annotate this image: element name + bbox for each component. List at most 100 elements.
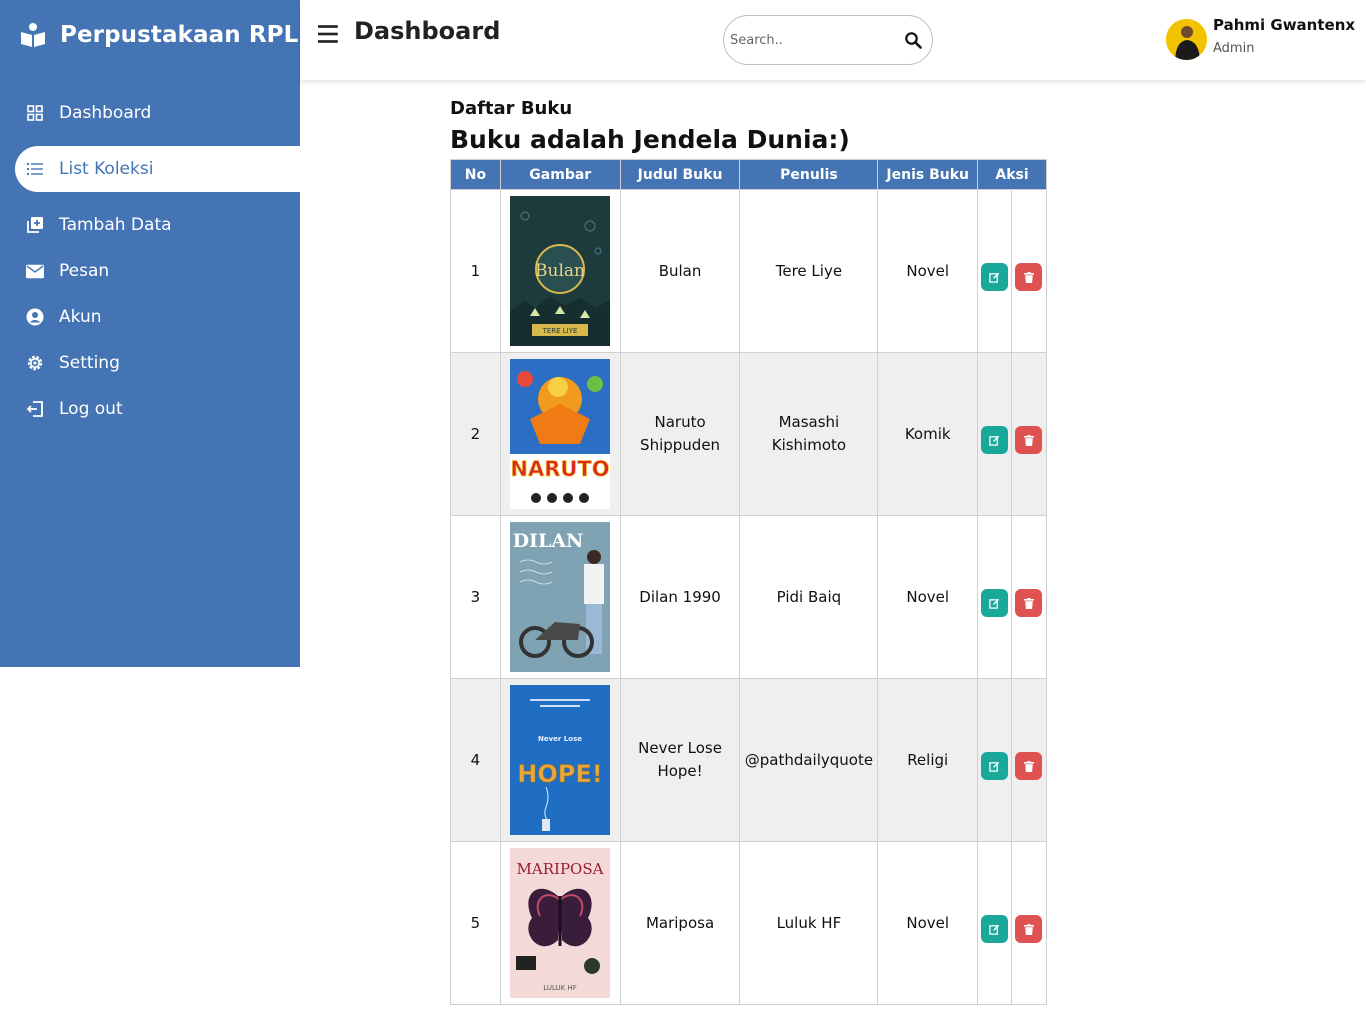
cover-title-text: NARUTO [511, 457, 610, 481]
cell-title: Naruto Shippuden [619, 352, 741, 516]
cover-title-text: MARIPOSA [517, 860, 604, 878]
cell-edit [977, 515, 1012, 679]
section-label: Daftar Buku [450, 98, 573, 119]
sidebar-item-list-koleksi[interactable]: List Koleksi [15, 146, 300, 192]
cell-delete [1010, 841, 1048, 1005]
search-box [723, 15, 933, 65]
cell-title: Bulan [619, 189, 741, 353]
edit-button[interactable] [981, 263, 1008, 291]
cover-author-text: TERE LIYE [542, 327, 578, 335]
topbar: Dashboard Pahmi Gwantenx Admin [300, 0, 1366, 80]
book-cover-image[interactable]: Bulan TERE LIYE [510, 196, 611, 346]
trash-icon [1023, 923, 1034, 935]
envelope-icon [26, 262, 44, 280]
header-aksi: Aksi [977, 159, 1047, 190]
sidebar-item-label: Akun [59, 307, 102, 327]
header-gambar: Gambar [499, 159, 621, 190]
cell-edit [977, 352, 1012, 516]
cell-cover: MARIPOSA LULUK HF [499, 841, 621, 1005]
sidebar-item-tambah-data[interactable]: Tambah Data [0, 202, 300, 248]
cell-cover: DILAN [499, 515, 621, 679]
header-jenis-buku: Jenis Buku [877, 159, 979, 190]
user-name: Pahmi Gwantenx [1213, 16, 1356, 34]
delete-button[interactable] [1015, 752, 1043, 780]
sidebar-item-label: Pesan [59, 261, 110, 281]
cell-edit [977, 678, 1012, 842]
book-cover-image[interactable]: Never Lose HOPE! [510, 685, 611, 835]
table-row: 3 DILAN Dilan 1990 Pidi Baiq Novel [450, 515, 1048, 679]
cover-title-text: HOPE! [518, 760, 603, 788]
logout-icon [26, 400, 44, 418]
avatar[interactable] [1166, 19, 1207, 60]
table-row: 5 MARIPOSA LULUK HF Mariposa Luluk HF No… [450, 841, 1048, 1005]
sidebar-item-label: List Koleksi [59, 159, 154, 179]
sidebar-nav: Dashboard List Koleksi Tambah Data Pesan… [0, 90, 300, 432]
book-cover-image[interactable]: DILAN [510, 522, 611, 672]
trash-icon [1023, 271, 1034, 283]
delete-button[interactable] [1015, 263, 1043, 291]
cell-genre: Religi [877, 678, 979, 842]
user-profile[interactable]: Pahmi Gwantenx Admin [1166, 16, 1355, 60]
edit-button[interactable] [981, 426, 1008, 454]
cell-genre: Novel [877, 515, 979, 679]
cell-author: Masashi Kishimoto [739, 352, 879, 516]
sidebar: Perpustakaan RPL Dashboard List Koleksi … [0, 0, 300, 667]
cell-no: 2 [450, 352, 501, 516]
search-input[interactable] [730, 28, 890, 52]
edit-icon [989, 272, 1000, 283]
cell-genre: Novel [877, 841, 979, 1005]
cell-edit [977, 189, 1012, 353]
cell-no: 1 [450, 189, 501, 353]
cell-cover: Bulan TERE LIYE [499, 189, 621, 353]
delete-button[interactable] [1015, 426, 1043, 454]
edit-button[interactable] [981, 589, 1008, 617]
cell-no: 4 [450, 678, 501, 842]
cover-title-text: DILAN [513, 530, 584, 552]
cell-author: Tere Liye [739, 189, 879, 353]
cell-edit [977, 841, 1012, 1005]
sidebar-item-akun[interactable]: Akun [0, 294, 300, 340]
edit-icon [989, 435, 1000, 446]
cell-author: Pidi Baiq [739, 515, 879, 679]
cell-delete [1010, 352, 1048, 516]
trash-icon [1023, 597, 1034, 609]
search-icon[interactable] [904, 31, 922, 49]
reader-icon [21, 23, 45, 47]
sidebar-item-dashboard[interactable]: Dashboard [0, 90, 300, 136]
cell-no: 3 [450, 515, 501, 679]
books-table: No Gambar Judul Buku Penulis Jenis Buku … [450, 159, 1048, 1005]
delete-button[interactable] [1015, 589, 1043, 617]
cell-author: @pathdailyquote [739, 678, 879, 842]
user-role: Admin [1213, 41, 1255, 56]
cell-genre: Novel [877, 189, 979, 353]
cell-title: Mariposa [619, 841, 741, 1005]
delete-button[interactable] [1015, 915, 1043, 943]
sidebar-item-setting[interactable]: Setting [0, 340, 300, 386]
sidebar-item-log-out[interactable]: Log out [0, 386, 300, 432]
trash-icon [1023, 434, 1034, 446]
cover-author-text: LULUK HF [544, 984, 577, 992]
sidebar-item-pesan[interactable]: Pesan [0, 248, 300, 294]
menu-icon[interactable] [318, 24, 340, 44]
edit-button[interactable] [981, 752, 1008, 780]
brand[interactable]: Perpustakaan RPL [20, 22, 298, 48]
section-heading: Buku adalah Jendela Dunia:) [450, 125, 850, 154]
table-row: 1 Bulan TERE LIYE Bulan Tere Liye Novel [450, 189, 1048, 353]
brand-name: Perpustakaan RPL [60, 22, 299, 48]
cover-title-text: Bulan [535, 261, 585, 281]
cell-delete [1010, 189, 1048, 353]
cell-genre: Komik [877, 352, 979, 516]
header-judul-buku: Judul Buku [619, 159, 741, 190]
user-info: Pahmi Gwantenx Admin [1213, 16, 1355, 60]
book-cover-image[interactable]: MARIPOSA LULUK HF [510, 848, 611, 998]
list-icon [26, 160, 44, 178]
sidebar-item-label: Dashboard [59, 103, 152, 123]
grid-icon [26, 104, 44, 122]
cell-author: Luluk HF [739, 841, 879, 1005]
edit-button[interactable] [981, 915, 1008, 943]
book-cover-image[interactable]: NARUTO [510, 359, 611, 509]
cover-small-text: Never Lose [538, 735, 582, 743]
user-circle-icon [26, 308, 44, 326]
table-row: 2 NARUTO Naruto Shippuden Masashi Kishim… [450, 352, 1048, 516]
sidebar-item-label: Setting [59, 353, 120, 373]
